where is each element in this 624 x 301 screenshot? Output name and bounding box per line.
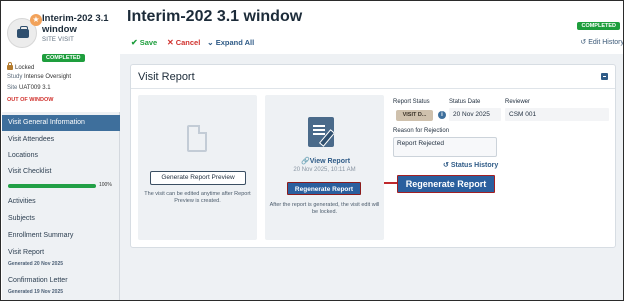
info-icon[interactable]: i — [438, 111, 446, 119]
link-icon: 🔗 — [301, 158, 310, 165]
nav-visit-checklist[interactable]: Visit Checklist — [2, 164, 120, 180]
edit-history-label: Edit History — [588, 39, 624, 46]
callout-connector — [384, 182, 398, 184]
sidebar: ★ Interim-202 3.1 window SITE VISIT COMP… — [2, 2, 120, 300]
locked-indicator: Locked — [7, 62, 35, 71]
close-icon: ✕ — [167, 38, 174, 47]
preview-note: The visit can be edited anytime after Re… — [144, 191, 251, 204]
site-line: Site UAT009 3.1 — [7, 85, 51, 91]
chevron-double-down-icon: ⌄ — [207, 38, 214, 47]
locked-label: Locked — [15, 65, 35, 71]
save-label: Save — [139, 38, 158, 47]
generate-report-preview-button[interactable]: Generate Report Preview — [150, 171, 246, 185]
visit-report-generated: Generated 20 Nov 2025 — [8, 261, 64, 267]
report-preview-panel: Generate Report Preview The visit can be… — [138, 95, 257, 240]
nav-activities[interactable]: Activities — [2, 194, 120, 210]
nav-locations[interactable]: Locations — [2, 148, 120, 164]
app-frame: ★ Interim-202 3.1 window SITE VISIT COMP… — [0, 0, 624, 301]
view-report-link[interactable]: 🔗View Report — [301, 157, 350, 165]
cancel-button[interactable]: ✕ Cancel — [167, 38, 200, 47]
main-content: Interim-202 3.1 window COMPLETED ✔ Save ✕… — [120, 2, 624, 300]
visit-report-title: Visit Report — [138, 71, 195, 83]
visit-report-card: Visit Report Generate Report Preview The… — [130, 64, 616, 248]
reason-label: Reason for Rejection — [393, 128, 450, 134]
study-value: Intense Oversight — [24, 74, 72, 80]
nav-subjects[interactable]: Subjects — [2, 211, 120, 227]
study-line: Study Intense Oversight — [7, 74, 71, 80]
nav-visit-attendees[interactable]: Visit Attendees — [2, 132, 120, 148]
history-icon: ↺ — [580, 39, 587, 46]
reason-for-rejection-field[interactable]: Report Rejected — [393, 137, 497, 157]
document-icon — [187, 125, 207, 152]
site-label: Site — [7, 85, 18, 91]
header-status-badge: COMPLETED — [577, 22, 620, 30]
visit-type: SITE VISIT — [42, 37, 75, 43]
checklist-progress-text: 100% — [99, 182, 112, 188]
status-date-value: 20 Nov 2025 — [449, 108, 501, 121]
reviewer-label: Reviewer — [505, 99, 531, 105]
visit-summary: ★ Interim-202 3.1 window SITE VISIT COMP… — [2, 2, 120, 112]
site-value: UAT009 3.1 — [19, 85, 51, 91]
checklist-progress-fill — [8, 184, 96, 188]
regenerate-report-callout[interactable]: Regenerate Report — [397, 175, 495, 193]
visit-title: Interim-202 3.1 window — [42, 13, 109, 35]
generated-report-panel: 🔗View Report 20 Nov 2025, 10:11 AM Regen… — [265, 95, 384, 240]
checklist-progress-bar — [8, 184, 96, 188]
expand-label: Expand All — [215, 38, 255, 47]
status-date-label: Status Date — [449, 99, 481, 105]
regenerate-report-button[interactable]: Regenerate Report — [287, 182, 361, 195]
history-icon: ↺ — [443, 162, 449, 169]
status-history-link[interactable]: ↺ Status History — [443, 161, 498, 169]
save-button[interactable]: ✔ Save — [131, 38, 157, 47]
regenerate-note: After the report is generated, the visit… — [269, 202, 380, 215]
report-timestamp: 20 Nov 2025, 10:11 AM — [293, 167, 356, 173]
collapse-section-button[interactable] — [601, 73, 608, 80]
nav-visit-report[interactable]: Visit Report — [2, 245, 120, 261]
study-label: Study — [7, 74, 23, 80]
page-title: Interim-202 3.1 window — [127, 8, 303, 25]
card-divider — [131, 88, 615, 89]
nav-general-information[interactable]: Visit General Information — [2, 115, 120, 131]
report-status-label: Report Status — [393, 99, 430, 105]
report-status-value: VISIT D... — [396, 110, 433, 121]
lock-icon — [7, 62, 13, 70]
cancel-label: Cancel — [175, 38, 201, 47]
content-area: Visit Report Generate Report Preview The… — [120, 54, 623, 300]
edit-history-link[interactable]: ↺ Edit History — [580, 38, 624, 46]
briefcase-icon — [17, 26, 29, 38]
view-report-label: View Report — [309, 158, 351, 165]
star-icon: ★ — [30, 14, 42, 26]
reviewer-value: CSM 001 — [505, 108, 609, 121]
nav-confirmation-letter[interactable]: Confirmation Letter — [2, 273, 120, 289]
edit-document-icon — [308, 117, 334, 147]
visit-status-badge: COMPLETED — [42, 54, 85, 62]
nav-enrollment-summary[interactable]: Enrollment Summary — [2, 228, 120, 244]
confirmation-letter-generated: Generated 19 Nov 2025 — [8, 289, 64, 295]
out-of-window-flag: OUT OF WINDOW — [7, 97, 54, 103]
check-icon: ✔ — [131, 38, 138, 47]
expand-all-button[interactable]: ⌄ Expand All — [207, 38, 254, 47]
status-history-label: Status History — [450, 162, 499, 169]
